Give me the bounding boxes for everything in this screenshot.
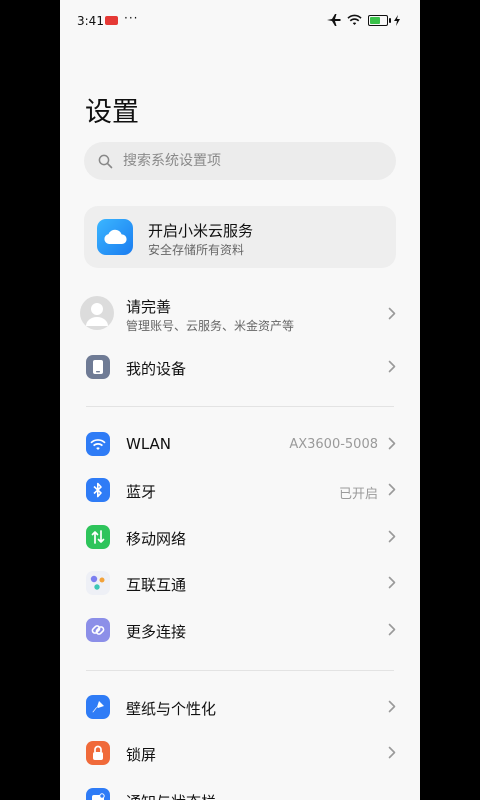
wlan-row[interactable]: WLAN AX3600-5008	[60, 423, 420, 469]
account-title: 请完善	[126, 298, 172, 316]
more-connections-row[interactable]: 更多连接	[60, 609, 420, 655]
notification-icon	[86, 788, 110, 800]
bluetooth-row[interactable]: 蓝牙 已开启	[60, 469, 420, 515]
notifications-label: 通知与状态栏	[126, 791, 216, 800]
notifications-row[interactable]: 通知与状态栏	[60, 779, 420, 800]
more-connections-label: 更多连接	[126, 623, 187, 641]
chevron-right-icon	[388, 307, 396, 320]
mobile-network-label: 移动网络	[126, 530, 187, 548]
settings-screen: 3:41 ··· 设置 开启小米云服务 安全存储所有资料 请完善 管理账号、云服…	[60, 0, 420, 800]
lockscreen-row[interactable]: 锁屏	[60, 732, 420, 778]
cloud-card-subtitle: 安全存储所有资料	[148, 243, 245, 257]
cloud-icon	[97, 219, 133, 255]
section-divider	[86, 406, 394, 407]
my-device-label: 我的设备	[126, 360, 187, 378]
brush-icon	[86, 695, 110, 719]
interconnect-icon	[86, 571, 110, 595]
my-device-row[interactable]: 我的设备	[60, 346, 420, 392]
search-bar[interactable]	[84, 142, 396, 180]
airplane-icon	[327, 14, 341, 26]
wifi-icon	[86, 432, 110, 456]
device-icon	[86, 355, 110, 379]
charging-icon	[394, 14, 400, 26]
wifi-icon	[347, 14, 362, 25]
mobile-data-icon	[86, 525, 110, 549]
account-subtitle: 管理账号、云服务、米金资产等	[126, 319, 295, 333]
bluetooth-status-value: 已开启	[338, 487, 378, 502]
chevron-right-icon	[388, 746, 396, 759]
chevron-right-icon	[388, 437, 396, 450]
interconnect-label: 互联互通	[126, 576, 187, 594]
mobile-network-row[interactable]: 移动网络	[60, 516, 420, 562]
section-divider	[86, 670, 394, 671]
status-icons	[327, 13, 400, 27]
search-input[interactable]	[121, 152, 375, 170]
wallpaper-label: 壁纸与个性化	[126, 700, 217, 718]
page-title: 设置	[85, 97, 139, 128]
chevron-right-icon	[388, 360, 396, 373]
notification-badge-icon	[105, 16, 118, 25]
wlan-label: WLAN	[126, 435, 172, 453]
lockscreen-label: 锁屏	[126, 746, 157, 764]
chevron-right-icon	[388, 623, 396, 636]
chevron-right-icon	[388, 576, 396, 589]
more-notifications-indicator: ···	[124, 11, 139, 25]
lock-icon	[86, 741, 110, 765]
user-icon	[86, 303, 108, 326]
link-icon	[86, 618, 110, 642]
avatar[interactable]	[80, 296, 114, 330]
wlan-network-value: AX3600-5008	[289, 437, 378, 452]
chevron-right-icon	[388, 700, 396, 713]
status-bar: 3:41 ···	[60, 0, 420, 40]
cloud-card-title: 开启小米云服务	[148, 222, 254, 240]
search-icon	[98, 154, 113, 168]
chevron-right-icon	[388, 530, 396, 543]
status-time: 3:41	[77, 14, 104, 28]
wallpaper-row[interactable]: 壁纸与个性化	[60, 686, 420, 732]
chevron-right-icon	[388, 483, 396, 496]
mi-cloud-card[interactable]: 开启小米云服务 安全存储所有资料	[84, 206, 396, 268]
bluetooth-label: 蓝牙	[126, 483, 157, 501]
battery-icon	[368, 14, 391, 26]
interconnect-row[interactable]: 互联互通	[60, 562, 420, 608]
bluetooth-icon	[86, 478, 110, 502]
